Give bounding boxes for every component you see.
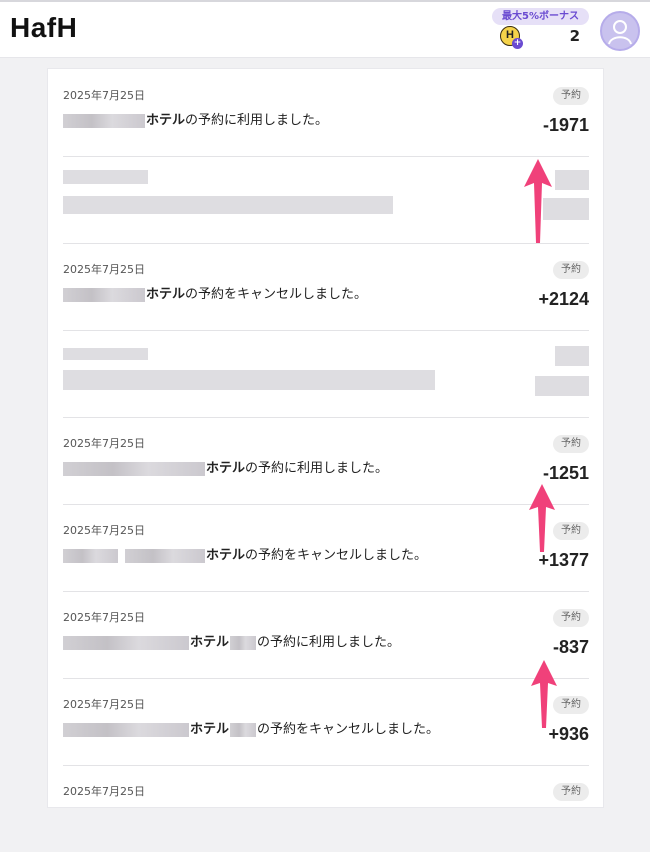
transaction-amount: +2124 [538, 289, 589, 309]
transaction-date: 2025年7月25日 [63, 698, 145, 711]
redacted-hotel-name [63, 635, 189, 650]
app-logo[interactable]: HafH [10, 12, 77, 44]
transaction-tag: 予約 [553, 522, 589, 540]
transaction-row[interactable]: 2025年7月25日 ホテルの予約をキャンセルしました。 予約 +2124 [63, 243, 589, 331]
transaction-description: ホテルの予約をキャンセルしました。 [63, 283, 367, 302]
redacted-hotel-name [63, 287, 145, 302]
transaction-row-redacted[interactable] [63, 330, 589, 418]
transaction-date: 2025年7月25日 [63, 524, 145, 537]
transaction-date: 2025年7月25日 [63, 89, 145, 102]
user-avatar-icon[interactable] [600, 11, 640, 51]
coin-plus-icon: + [512, 38, 523, 49]
transaction-row[interactable]: 2025年7月25日 予約 [63, 765, 589, 852]
redacted-hotel-suffix [230, 722, 257, 737]
transaction-description: ホテルの予約をキャンセルしました。 [63, 718, 439, 737]
transaction-date: 2025年7月25日 [63, 611, 145, 624]
transaction-tag: 予約 [553, 609, 589, 627]
transaction-row[interactable]: 2025年7月25日 ホテル の予約に利用しました。 予約 -837 [63, 591, 589, 679]
redacted-amount [535, 376, 589, 396]
transaction-row-redacted[interactable] [63, 156, 589, 244]
up-arrow-icon [524, 159, 552, 243]
redacted-hotel-name [125, 548, 205, 563]
transaction-description: ホテルの予約に利用しました。 [63, 109, 328, 128]
redacted-tag [555, 170, 589, 190]
redacted-hotel-name [63, 548, 118, 563]
transaction-description: ホテルの予約をキャンセルしました。 [63, 544, 427, 563]
redacted-hotel-name [63, 722, 189, 737]
transaction-description: ホテルの予約に利用しました。 [63, 457, 388, 476]
transaction-tag: 予約 [553, 261, 589, 279]
transaction-tag: 予約 [553, 783, 589, 801]
transaction-amount: -1251 [542, 463, 589, 483]
up-arrow-icon [531, 660, 557, 728]
redacted-description [63, 196, 393, 214]
app-header: HafH 最大5%ボーナス H + 2 [0, 0, 650, 58]
transaction-date: 2025年7月25日 [63, 263, 145, 276]
transaction-tag: 予約 [553, 435, 589, 453]
redacted-description [63, 370, 435, 390]
redacted-hotel-name [63, 461, 205, 476]
coin-count: 2 [569, 27, 580, 45]
bonus-badge[interactable]: 最大5%ボーナス [492, 8, 589, 25]
transaction-row[interactable]: 2025年7月25日 ホテルの予約に利用しました。 予約 -1251 [63, 417, 589, 505]
up-arrow-icon [529, 484, 555, 552]
transaction-tag: 予約 [553, 87, 589, 105]
redacted-hotel-name [63, 113, 145, 128]
transaction-amount: -837 [552, 637, 589, 657]
transaction-description: ホテルの予約に利用しました。 [63, 631, 400, 650]
transaction-row[interactable]: 2025年7月25日 ホテルの予約に利用しました。 予約 -1971 [63, 69, 589, 157]
redacted-date [63, 170, 148, 184]
transaction-row[interactable]: 2025年7月25日 ホテル の予約をキャンセルしました。 予約 +936 [63, 678, 589, 766]
transaction-date: 2025年7月25日 [63, 785, 145, 798]
transaction-date: 2025年7月25日 [63, 437, 145, 450]
redacted-date [63, 348, 148, 360]
redacted-tag [555, 346, 589, 366]
redacted-hotel-suffix [230, 635, 257, 650]
transaction-row[interactable]: 2025年7月25日 ホテルの予約をキャンセルしました。 予約 +1377 [63, 504, 589, 592]
transaction-amount: -1971 [542, 115, 589, 135]
